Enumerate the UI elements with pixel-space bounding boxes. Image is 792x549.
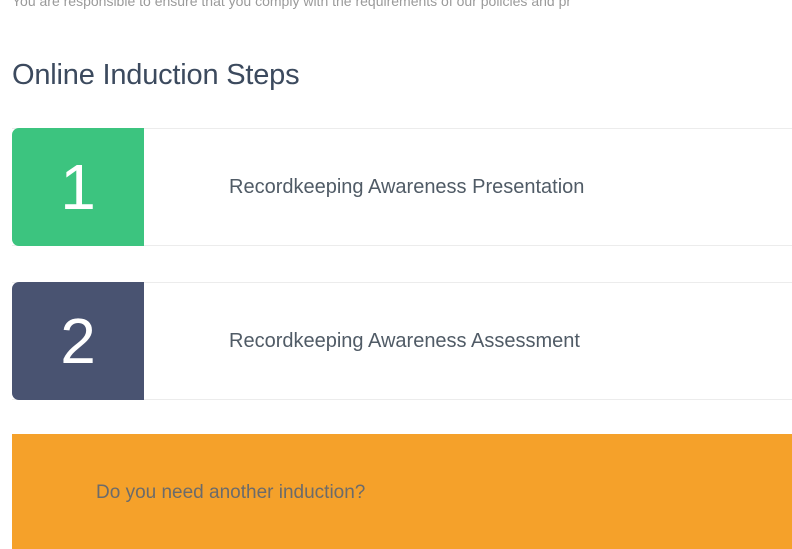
step-link-assessment[interactable]: Recordkeeping Awareness Assessment bbox=[229, 283, 580, 399]
page: You are responsible to ensure that you c… bbox=[0, 0, 792, 549]
intro-text: You are responsible to ensure that you c… bbox=[12, 0, 572, 9]
step-card-1[interactable]: 1 Recordkeeping Awareness Presentation bbox=[12, 128, 792, 246]
step-number-badge: 1 bbox=[12, 128, 144, 246]
step-number-badge: 2 bbox=[12, 282, 144, 400]
section-title: Online Induction Steps bbox=[12, 59, 300, 91]
another-induction-banner[interactable]: Do you need another induction? bbox=[12, 434, 792, 549]
step-card-2[interactable]: 2 Recordkeeping Awareness Assessment bbox=[12, 282, 792, 400]
another-induction-link[interactable]: Do you need another induction? bbox=[96, 434, 365, 549]
step-link-presentation[interactable]: Recordkeeping Awareness Presentation bbox=[229, 129, 584, 245]
